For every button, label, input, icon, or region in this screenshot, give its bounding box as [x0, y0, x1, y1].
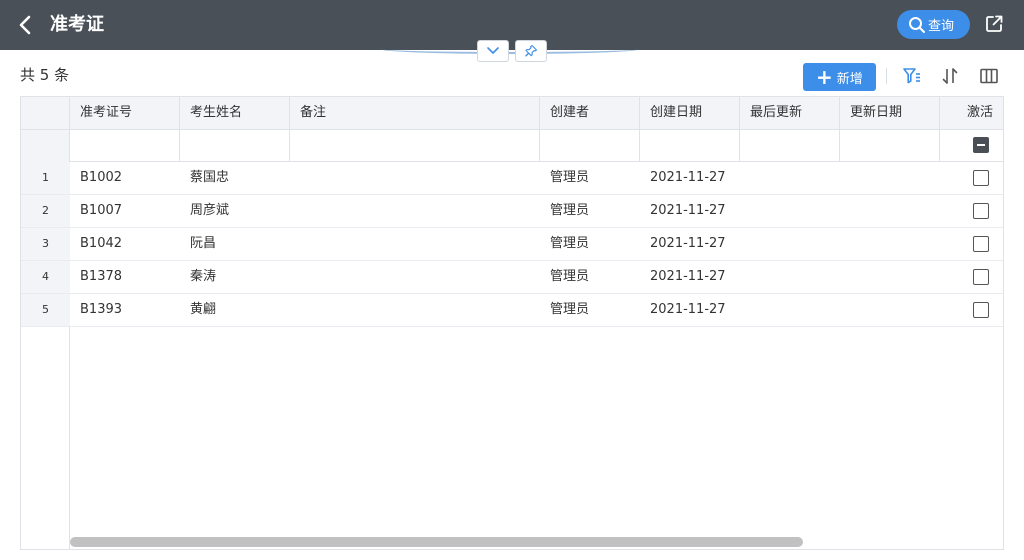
collapse-button[interactable]: [477, 40, 509, 62]
cell-created-date[interactable]: 2021-11-27: [640, 195, 740, 227]
share-button[interactable]: [984, 14, 1004, 34]
columns-icon: [980, 68, 998, 84]
filter-cell-student-name[interactable]: [180, 130, 290, 161]
active-checkbox[interactable]: [973, 236, 989, 252]
cell-last-updater[interactable]: [740, 195, 840, 227]
filter-icon: [903, 68, 920, 84]
cell-updated-date[interactable]: [840, 162, 940, 194]
search-icon: [908, 16, 926, 34]
filter-cell-note[interactable]: [290, 130, 540, 161]
chevron-left-icon: [19, 15, 31, 35]
row-number: 2: [21, 195, 70, 227]
plus-icon: +: [816, 65, 833, 89]
cell-exam-id[interactable]: B1007: [70, 195, 180, 227]
cell-updated-date[interactable]: [840, 228, 940, 260]
query-button[interactable]: 查询: [897, 10, 970, 39]
record-count: 共 5 条: [20, 66, 70, 84]
sort-icon: [942, 68, 958, 84]
cell-created-date[interactable]: 2021-11-27: [640, 228, 740, 260]
page-title: 准考证: [50, 14, 104, 35]
filter-active-checkbox[interactable]: [973, 137, 989, 153]
cell-student-name[interactable]: 周彦斌: [180, 195, 290, 227]
cell-exam-id[interactable]: B1378: [70, 261, 180, 293]
cell-student-name[interactable]: 蔡国忠: [180, 162, 290, 194]
cell-note[interactable]: [290, 228, 540, 260]
cell-last-updater[interactable]: [740, 162, 840, 194]
active-checkbox[interactable]: [973, 269, 989, 285]
row-number: 5: [21, 294, 70, 326]
cell-creator[interactable]: 管理员: [540, 195, 640, 227]
cell-exam-id[interactable]: B1002: [70, 162, 180, 194]
external-link-icon: [986, 15, 1003, 32]
table-row[interactable]: 1 B1002 蔡国忠 管理员 2021-11-27: [21, 162, 1003, 195]
filter-cell-updated-date[interactable]: [840, 130, 940, 161]
cell-note[interactable]: [290, 294, 540, 326]
panel-divider-arc: [380, 44, 640, 54]
column-header-updated-date[interactable]: 更新日期: [840, 97, 940, 129]
table-row[interactable]: 5 B1393 黄翩 管理员 2021-11-27: [21, 294, 1003, 327]
cell-exam-id[interactable]: B1042: [70, 228, 180, 260]
column-header-last-updater[interactable]: 最后更新: [740, 97, 840, 129]
row-number-header: [21, 97, 70, 162]
cell-creator[interactable]: 管理员: [540, 162, 640, 194]
filter-row: [21, 130, 1003, 162]
cell-student-name[interactable]: 黄翩: [180, 294, 290, 326]
filter-button[interactable]: [902, 66, 922, 86]
filter-cell-exam-id[interactable]: [70, 130, 180, 161]
cell-exam-id[interactable]: B1393: [70, 294, 180, 326]
row-number: 1: [21, 162, 70, 194]
filter-cell-creator[interactable]: [540, 130, 640, 161]
column-header-active[interactable]: 激活: [940, 97, 1003, 129]
cell-last-updater[interactable]: [740, 294, 840, 326]
cell-creator[interactable]: 管理员: [540, 294, 640, 326]
cell-updated-date[interactable]: [840, 261, 940, 293]
column-header-exam-id[interactable]: 准考证号: [70, 97, 180, 129]
cell-note[interactable]: [290, 195, 540, 227]
table-row[interactable]: 3 B1042 阮昌 管理员 2021-11-27: [21, 228, 1003, 261]
cell-student-name[interactable]: 秦涛: [180, 261, 290, 293]
pin-icon: [525, 44, 538, 57]
filter-cell-last-updater[interactable]: [740, 130, 840, 161]
horizontal-scrollbar[interactable]: [70, 537, 803, 547]
add-button[interactable]: + 新增: [803, 63, 876, 91]
cell-student-name[interactable]: 阮昌: [180, 228, 290, 260]
cell-created-date[interactable]: 2021-11-27: [640, 294, 740, 326]
data-grid: 准考证号 考生姓名 备注 创建者 创建日期 最后更新 更新日期 激活 1 B10…: [20, 96, 1004, 550]
sort-button[interactable]: [940, 66, 960, 86]
row-number: 3: [21, 228, 70, 260]
cell-note[interactable]: [290, 162, 540, 194]
table-header: 准考证号 考生姓名 备注 创建者 创建日期 最后更新 更新日期 激活: [21, 97, 1003, 130]
back-button[interactable]: [14, 12, 38, 38]
cell-last-updater[interactable]: [740, 261, 840, 293]
column-header-creator[interactable]: 创建者: [540, 97, 640, 129]
cell-creator[interactable]: 管理员: [540, 228, 640, 260]
column-header-note[interactable]: 备注: [290, 97, 540, 129]
active-checkbox[interactable]: [973, 170, 989, 186]
pin-button[interactable]: [515, 40, 547, 62]
cell-created-date[interactable]: 2021-11-27: [640, 162, 740, 194]
cell-updated-date[interactable]: [840, 294, 940, 326]
column-header-created-date[interactable]: 创建日期: [640, 97, 740, 129]
top-bar: 准考证 查询: [0, 0, 1024, 50]
active-checkbox[interactable]: [973, 203, 989, 219]
add-button-label: 新增: [836, 71, 863, 87]
table-row[interactable]: 4 B1378 秦涛 管理员 2021-11-27: [21, 261, 1003, 294]
active-checkbox[interactable]: [973, 302, 989, 318]
cell-updated-date[interactable]: [840, 195, 940, 227]
row-number: 4: [21, 261, 70, 293]
query-button-label: 查询: [928, 19, 955, 34]
cell-created-date[interactable]: 2021-11-27: [640, 261, 740, 293]
cell-note[interactable]: [290, 261, 540, 293]
table-row[interactable]: 2 B1007 周彦斌 管理员 2021-11-27: [21, 195, 1003, 228]
filter-cell-created-date[interactable]: [640, 130, 740, 161]
chevron-down-icon: [487, 47, 499, 54]
cell-last-updater[interactable]: [740, 228, 840, 260]
column-header-student-name[interactable]: 考生姓名: [180, 97, 290, 129]
cell-creator[interactable]: 管理员: [540, 261, 640, 293]
columns-button[interactable]: [979, 66, 999, 86]
toolbar-divider: [886, 68, 887, 84]
